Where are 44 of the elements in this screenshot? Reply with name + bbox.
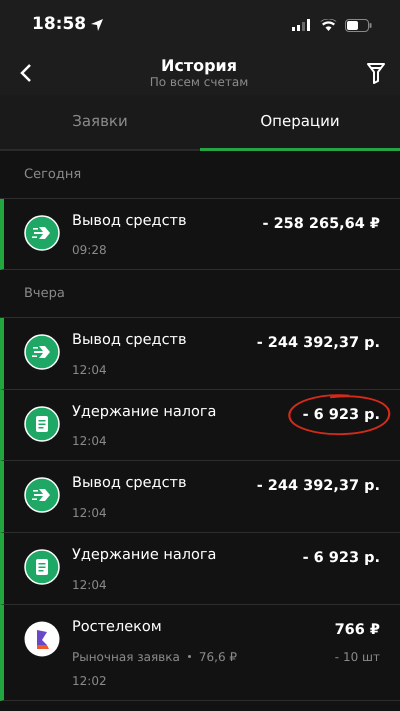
operation-title: Ростелеком [72, 618, 162, 637]
section-heading: Сегодня [0, 151, 400, 198]
document-icon [24, 549, 60, 585]
wifi-icon [320, 19, 337, 31]
operation-amount: - 244 392,37 р. [256, 334, 381, 353]
operation-time: 12:02 [72, 672, 108, 690]
battery-icon [345, 18, 372, 32]
operation-amount: 766 ₽ [334, 620, 381, 640]
separator-dot [188, 655, 191, 658]
tab[interactable]: Операции [200, 95, 400, 151]
operation-row[interactable]: Удержание налога - 6 923 р. 12:04 [0, 533, 400, 605]
document-icon [24, 406, 60, 442]
page-subtitle: По всем счетам [150, 74, 248, 90]
operation-amount: - 258 265,64 ₽ [262, 214, 381, 234]
operation-amount: - 6 923 р. [302, 406, 381, 424]
operation-row[interactable]: Удержание налога - 6 923 р. 12:04 [0, 390, 400, 462]
operation-time: 12:04 [72, 505, 108, 522]
tab[interactable]: Заявки [0, 95, 200, 151]
operation-title: Удержание налога [72, 546, 216, 565]
operation-row[interactable]: Вывод средств - 258 265,64 ₽ 09:28 [0, 198, 400, 270]
operation-title: Вывод средств [72, 330, 187, 350]
order-type: Рыночная заявка [72, 648, 180, 666]
operation-time: 12:04 [72, 362, 108, 378]
operation-title: Вывод средств [72, 212, 187, 230]
section-heading: Вчера [0, 270, 400, 318]
operation-amount: - 244 392,37 р. [256, 477, 381, 496]
operation-title: Вывод средств [72, 474, 187, 494]
signal-icon [292, 19, 312, 31]
operation-row[interactable]: Ростелеком 766 ₽ Рыночная заявка 76,6 ₽ - 10 шт 12:02 [0, 604, 400, 700]
back-icon[interactable] [20, 62, 32, 82]
operation-row[interactable]: Вывод средств - 244 392,37 р. 12:04 [0, 461, 400, 533]
operation-time: 12:04 [72, 576, 108, 594]
operation-amount: - 6 923 р. [302, 549, 381, 568]
operation-row[interactable]: Вывод средств - 244 392,37 р. 12:04 [0, 318, 400, 390]
location-icon [90, 18, 104, 32]
order-price: 76,6 ₽ [198, 648, 238, 666]
company-logo-icon [24, 620, 60, 657]
filter-icon[interactable] [366, 62, 386, 84]
quantity: - 10 шт [334, 648, 381, 666]
status-time: 18:58 [32, 13, 86, 36]
operation-time: 12:04 [72, 433, 108, 450]
operation-title: Удержание налога [72, 402, 216, 422]
page-title: История [160, 56, 238, 75]
operation-time: 09:28 [72, 242, 108, 260]
